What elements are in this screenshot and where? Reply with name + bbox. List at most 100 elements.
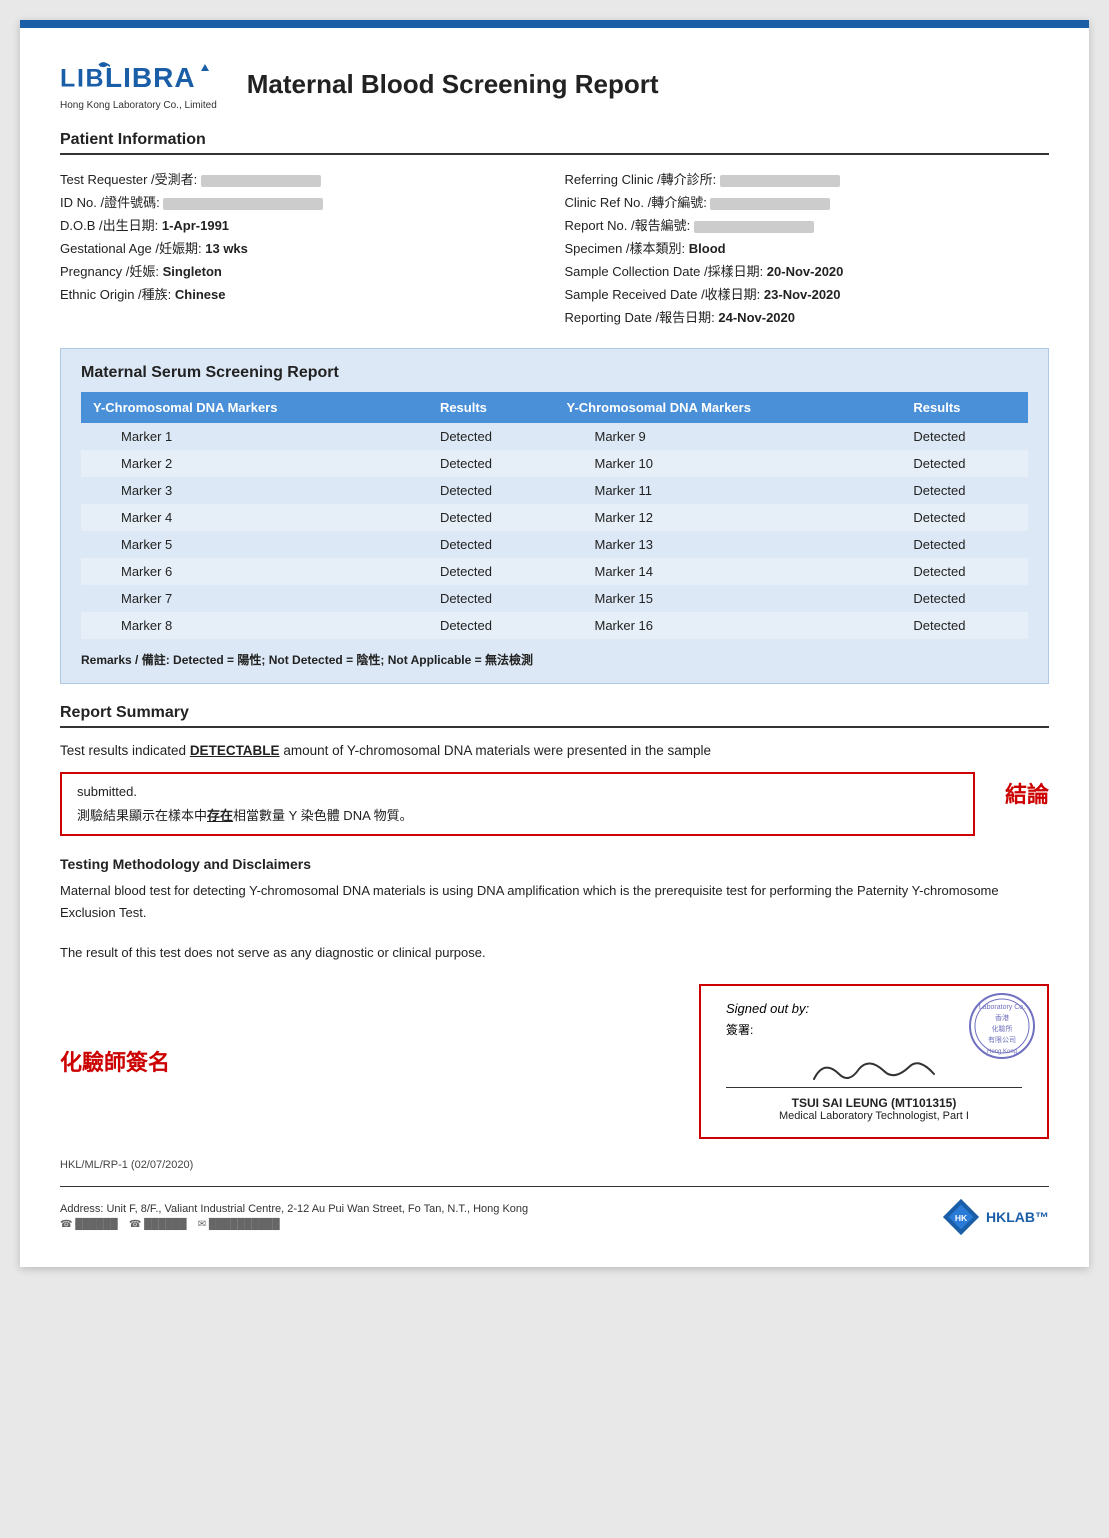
remarks: Remarks / 備註: Detected = 陽性; Not Detecte… — [81, 651, 1028, 668]
detectable-text: DETECTABLE — [190, 743, 280, 758]
marker-right-result: Detected — [901, 450, 1028, 477]
field-report-no: Report No. /報告編號: — [565, 213, 1050, 236]
page-container: LIBR LIBRA Hong Kong Laboratory Co., Lim… — [20, 20, 1089, 1267]
signer-name: TSUI SAI LEUNG (MT101315) — [726, 1096, 1022, 1110]
col1-header: Y-Chromosomal DNA Markers — [81, 392, 428, 423]
field-id-no: ID No. /證件號碼: — [60, 190, 545, 213]
conclusion-label: 結論 — [1005, 777, 1049, 809]
hklab-diamond-icon: HK — [941, 1197, 981, 1237]
header: LIBR LIBRA Hong Kong Laboratory Co., Lim… — [60, 58, 1049, 111]
methodology-text2: The result of this test does not serve a… — [60, 942, 1049, 964]
signature-line — [726, 1048, 1022, 1088]
serum-section: Maternal Serum Screening Report Y-Chromo… — [60, 348, 1049, 684]
marker-left-name: Marker 7 — [81, 585, 428, 612]
patient-grid: Test Requester /受測者: ID No. /證件號碼: D.O.B… — [60, 167, 1049, 328]
marker-left-result: Detected — [428, 531, 555, 558]
field-test-requester: Test Requester /受測者: — [60, 167, 545, 190]
table-row: Marker 2 Detected Marker 10 Detected — [81, 450, 1028, 477]
methodology-title: Testing Methodology and Disclaimers — [60, 856, 1049, 872]
marker-right-result: Detected — [901, 558, 1028, 585]
methodology-text1: Maternal blood test for detecting Y-chro… — [60, 880, 1049, 924]
svg-text:LIBR: LIBR — [60, 64, 110, 92]
marker-right-name: Marker 13 — [554, 531, 901, 558]
conclusion-row: submitted. 測驗結果顯示在樣本中存在相當數量 Y 染色體 DNA 物質… — [60, 772, 1049, 836]
submitted-text: submitted. — [77, 784, 958, 799]
top-bar — [20, 20, 1089, 28]
logo-subtitle: Hong Kong Laboratory Co., Limited — [60, 100, 217, 111]
svg-text:香港: 香港 — [995, 1013, 1009, 1022]
methodology-section: Testing Methodology and Disclaimers Mate… — [60, 856, 1049, 964]
marker-left-name: Marker 4 — [81, 504, 428, 531]
col2-header: Results — [428, 392, 555, 423]
field-sample-collection: Sample Collection Date /採樣日期: 20-Nov-202… — [565, 259, 1050, 282]
marker-right-result: Detected — [901, 585, 1028, 612]
logo-name: LIBRA — [105, 62, 196, 94]
field-pregnancy: Pregnancy /妊娠: Singleton — [60, 259, 545, 282]
sign-box: Laboratory Co. 香港 化驗所 有限公司 Hong Kong Sig… — [699, 984, 1049, 1139]
table-row: Marker 1 Detected Marker 9 Detected — [81, 423, 1028, 450]
summary-text-main: Test results indicated DETECTABLE amount… — [60, 740, 1049, 762]
marker-right-name: Marker 14 — [554, 558, 901, 585]
libra-scale-icon — [196, 62, 214, 80]
report-summary-section: Report Summary Test results indicated DE… — [60, 704, 1049, 836]
address-text: Address: Unit F, 8/F., Valiant Industria… — [60, 1203, 941, 1215]
table-row: Marker 7 Detected Marker 15 Detected — [81, 585, 1028, 612]
marker-left-result: Detected — [428, 504, 555, 531]
svg-text:有限公司: 有限公司 — [988, 1035, 1016, 1044]
chemist-label: 化驗師簽名 — [60, 1045, 170, 1077]
table-row: Marker 4 Detected Marker 12 Detected — [81, 504, 1028, 531]
field-referring-clinic: Referring Clinic /轉介診所: — [565, 167, 1050, 190]
marker-left-name: Marker 8 — [81, 612, 428, 639]
marker-right-name: Marker 16 — [554, 612, 901, 639]
svg-text:Laboratory Co.: Laboratory Co. — [979, 1004, 1025, 1011]
serum-title: Maternal Serum Screening Report — [81, 364, 1028, 382]
chinese-underline-text: 存在 — [207, 808, 233, 823]
signature-drawing — [794, 1049, 954, 1087]
field-reporting-date: Reporting Date /報告日期: 24-Nov-2020 — [565, 305, 1050, 328]
field-ethnic: Ethnic Origin /種族: Chinese — [60, 282, 545, 305]
markers-table: Y-Chromosomal DNA Markers Results Y-Chro… — [81, 392, 1028, 639]
report-title: Maternal Blood Screening Report — [247, 69, 659, 100]
field-dob: D.O.B /出生日期: 1-Apr-1991 — [60, 213, 545, 236]
marker-left-result: Detected — [428, 477, 555, 504]
marker-right-result: Detected — [901, 504, 1028, 531]
table-row: Marker 5 Detected Marker 13 Detected — [81, 531, 1028, 558]
marker-right-result: Detected — [901, 423, 1028, 450]
col4-header: Results — [901, 392, 1028, 423]
field-gestational-age: Gestational Age /妊娠期: 13 wks — [60, 236, 545, 259]
table-row: Marker 8 Detected Marker 16 Detected — [81, 612, 1028, 639]
table-row: Marker 6 Detected Marker 14 Detected — [81, 558, 1028, 585]
marker-right-name: Marker 11 — [554, 477, 901, 504]
marker-right-result: Detected — [901, 612, 1028, 639]
table-row: Marker 3 Detected Marker 11 Detected — [81, 477, 1028, 504]
patient-fields-right: Referring Clinic /轉介診所: Clinic Ref No. /… — [565, 167, 1050, 328]
hklab-text: HKLAB™ — [986, 1209, 1049, 1225]
marker-right-result: Detected — [901, 531, 1028, 558]
patient-fields-left: Test Requester /受測者: ID No. /證件號碼: D.O.B… — [60, 167, 545, 328]
marker-right-name: Marker 10 — [554, 450, 901, 477]
marker-left-result: Detected — [428, 450, 555, 477]
footer-contacts: ☎ ██████ ☎ ██████ ✉ ██████████ — [60, 1219, 941, 1230]
marker-left-result: Detected — [428, 612, 555, 639]
chinese-conclusion-box: submitted. 測驗結果顯示在樣本中存在相當數量 Y 染色體 DNA 物質… — [60, 772, 975, 836]
field-sample-received: Sample Received Date /收樣日期: 23-Nov-2020 — [565, 282, 1050, 305]
signer-title: Medical Laboratory Technologist, Part I — [726, 1110, 1022, 1122]
svg-text:HK: HK — [955, 1213, 968, 1223]
marker-left-name: Marker 3 — [81, 477, 428, 504]
marker-right-result: Detected — [901, 477, 1028, 504]
marker-left-result: Detected — [428, 558, 555, 585]
libra-logo-icon: LIBR — [60, 58, 110, 98]
field-clinic-ref: Clinic Ref No. /轉介編號: — [565, 190, 1050, 213]
logo-text: LIBR LIBRA — [60, 58, 217, 98]
summary-section-header: Report Summary — [60, 704, 1049, 728]
footer-ref: HKL/ML/RP-1 (02/07/2020) — [60, 1159, 1049, 1171]
marker-right-name: Marker 12 — [554, 504, 901, 531]
field-specimen: Specimen /樣本類別: Blood — [565, 236, 1050, 259]
marker-left-name: Marker 5 — [81, 531, 428, 558]
marker-right-name: Marker 15 — [554, 585, 901, 612]
patient-info-section: Patient Information Test Requester /受測者:… — [60, 131, 1049, 328]
logo-area: LIBR LIBRA Hong Kong Laboratory Co., Lim… — [60, 58, 217, 111]
svg-text:化驗所: 化驗所 — [992, 1024, 1013, 1033]
marker-left-name: Marker 6 — [81, 558, 428, 585]
patient-section-header: Patient Information — [60, 131, 1049, 155]
